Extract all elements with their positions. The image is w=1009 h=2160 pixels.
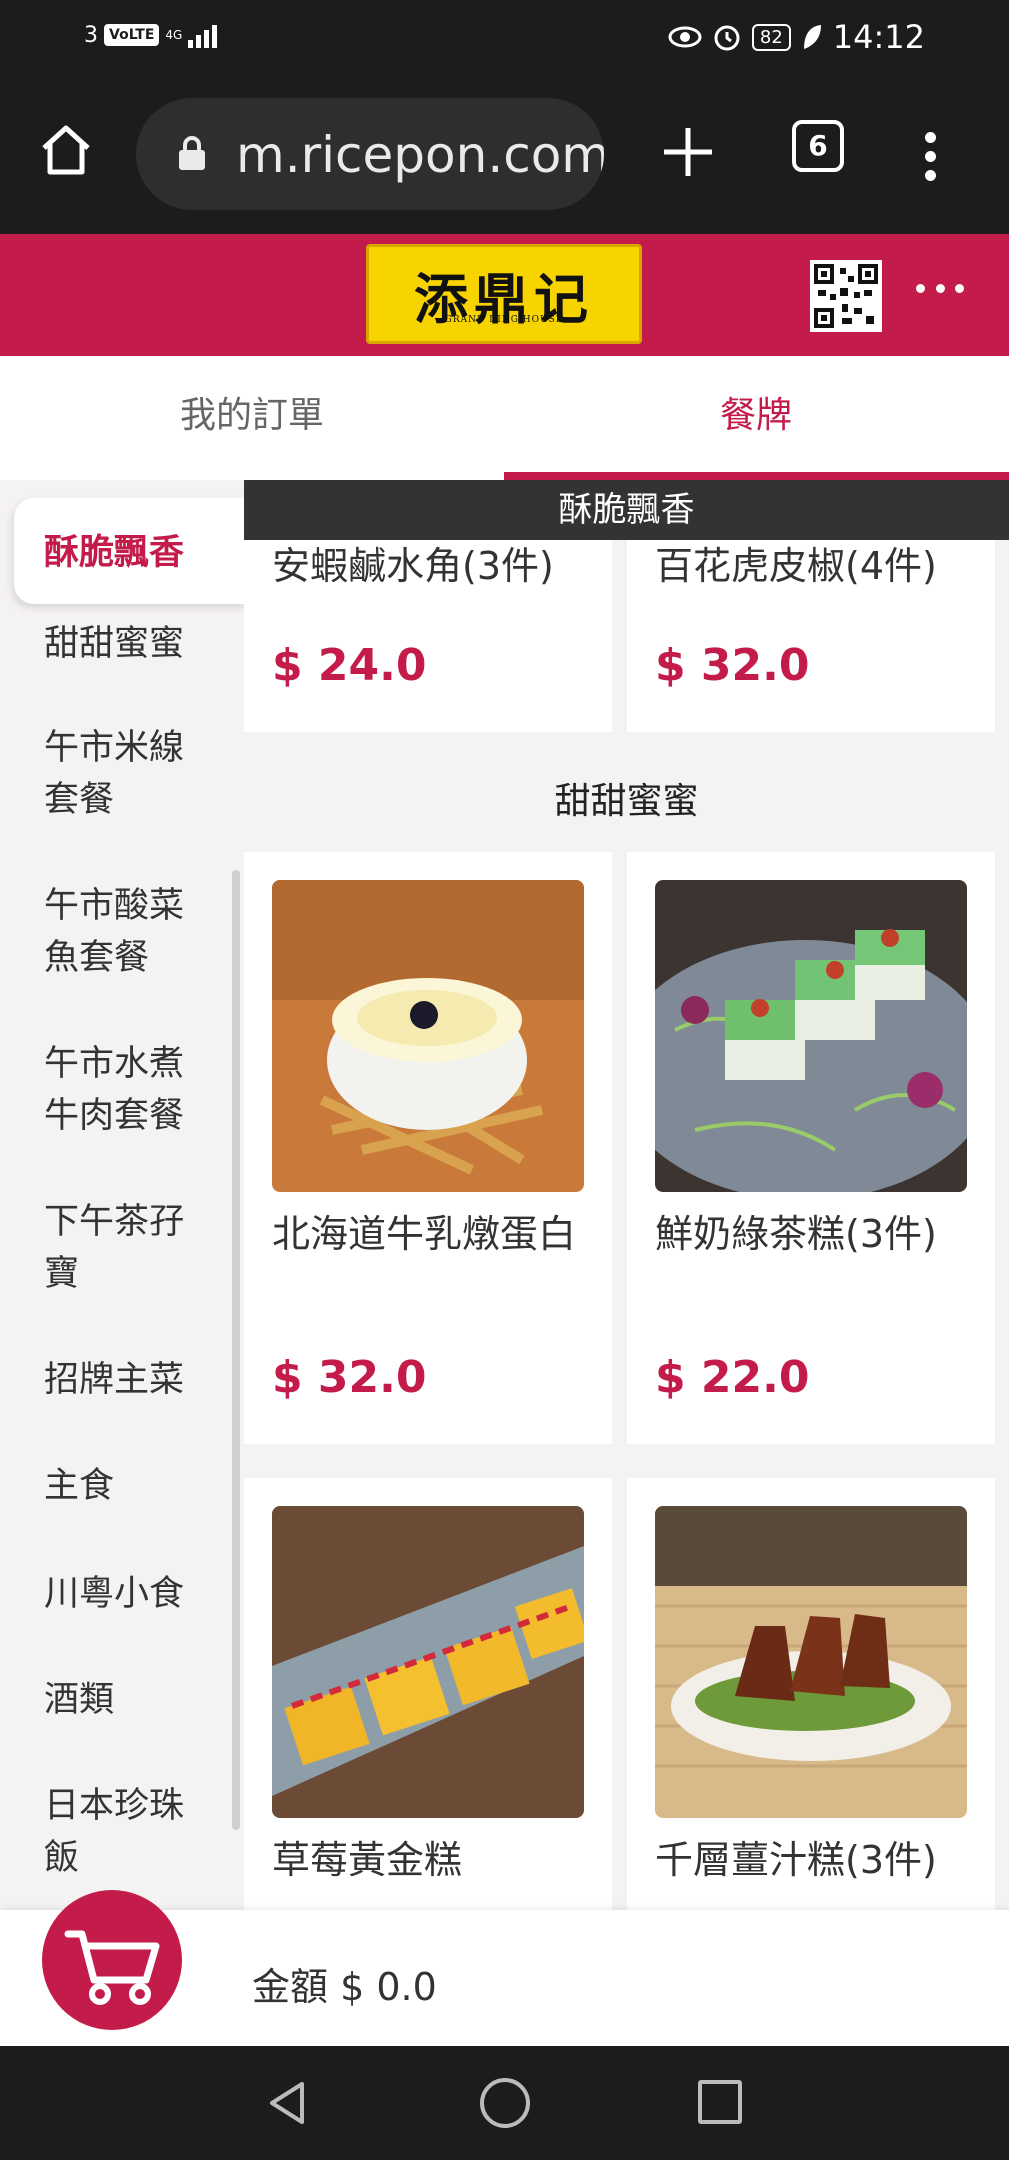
- sidebar-item[interactable]: 甜甜蜜蜜: [44, 618, 214, 670]
- item-name: 百花虎皮椒(4件): [655, 544, 937, 588]
- item-name: 安蝦鹹水角(3件): [272, 544, 554, 588]
- menu-item-card[interactable]: 千層薑汁糕(3件): [627, 1478, 995, 1910]
- cart-bar: 金額 $ 0.0: [0, 1890, 1009, 2046]
- tab-my-orders[interactable]: 我的訂單: [0, 356, 504, 480]
- address-bar[interactable]: m.ricepon.com/: [136, 98, 604, 210]
- leaf-icon: [803, 25, 821, 49]
- network-type: 4G: [165, 28, 183, 42]
- sidebar-scrollbar[interactable]: [232, 870, 240, 1830]
- signal-bars-icon: [188, 22, 218, 48]
- item-image: [655, 1506, 967, 1818]
- browser-toolbar: m.ricepon.com/ 6: [0, 80, 1009, 234]
- menu-item-card[interactable]: 百花虎皮椒(4件) $ 32.0: [627, 540, 995, 732]
- sim-slot: 3: [84, 22, 98, 48]
- sidebar-item[interactable]: 川粵小食: [44, 1568, 214, 1620]
- header-more-icon[interactable]: [916, 284, 964, 296]
- item-name: 鮮奶綠茶糕(3件): [655, 1212, 937, 1256]
- item-price: $ 22.0: [655, 1352, 810, 1403]
- cart-total: 金額 $ 0.0: [252, 1965, 437, 2009]
- menu-content: 安蝦鹹水角(3件) $ 24.0 百花虎皮椒(4件) $ 32.0 甜甜蜜蜜 北…: [244, 480, 1009, 1910]
- sidebar-item[interactable]: 午市米線套餐: [44, 722, 214, 826]
- back-icon[interactable]: [262, 2078, 312, 2128]
- sidebar-item[interactable]: 日本珍珠飯: [44, 1780, 214, 1884]
- sidebar-item[interactable]: 酒類: [44, 1674, 214, 1726]
- status-right: 82 14:12: [668, 18, 925, 56]
- order-tabs: 我的訂單 餐牌: [0, 356, 1009, 480]
- home-nav-icon[interactable]: [480, 2078, 530, 2128]
- cart-button[interactable]: [42, 1890, 182, 2030]
- new-tab-icon[interactable]: [660, 124, 716, 180]
- item-image: [272, 880, 584, 1192]
- tab-switcher-button[interactable]: 6: [792, 120, 844, 172]
- url-text: m.ricepon.com/: [236, 126, 604, 184]
- eye-icon: [668, 26, 702, 48]
- section-title: 甜甜蜜蜜: [554, 781, 699, 822]
- item-name: 草莓黃金糕: [272, 1838, 463, 1882]
- battery-indicator: 82: [751, 23, 791, 51]
- sidebar-item-active[interactable]: 酥脆飄香: [14, 498, 244, 604]
- browser-menu-icon[interactable]: [918, 132, 942, 182]
- item-price: $ 24.0: [272, 640, 427, 691]
- restaurant-logo: 添鼎记 GRAND DING HOUSE: [366, 244, 642, 344]
- item-name: 北海道牛乳燉蛋白: [272, 1212, 577, 1256]
- sidebar-item[interactable]: 午市水煮牛肉套餐: [44, 1038, 214, 1142]
- alarm-icon: [714, 25, 740, 51]
- recents-icon[interactable]: [698, 2080, 742, 2124]
- sidebar-item[interactable]: 主食: [44, 1460, 214, 1512]
- home-icon[interactable]: [36, 120, 96, 180]
- sidebar-item[interactable]: 午市酸菜魚套餐: [44, 880, 214, 984]
- menu-item-card[interactable]: 北海道牛乳燉蛋白 $ 32.0: [244, 852, 612, 1444]
- app-header: 添鼎记 GRAND DING HOUSE: [0, 234, 1009, 356]
- shopping-cart-icon: [64, 1930, 160, 2005]
- menu-item-card[interactable]: 草莓黃金糕: [244, 1478, 612, 1910]
- logo-english: GRAND DING HOUSE: [444, 315, 564, 325]
- menu-item-card[interactable]: 安蝦鹹水角(3件) $ 24.0: [244, 540, 612, 732]
- lock-icon: [179, 136, 205, 170]
- menu-item-card[interactable]: 鮮奶綠茶糕(3件) $ 22.0: [627, 852, 995, 1444]
- signal-indicators: 3 VoLTE 4G: [84, 22, 218, 48]
- item-price: $ 32.0: [655, 640, 810, 691]
- volte-badge: VoLTE: [104, 24, 160, 46]
- category-sidebar: 酥脆飄香 甜甜蜜蜜 午市米線套餐 午市酸菜魚套餐 午市水煮牛肉套餐 下午茶孖寶 …: [0, 480, 244, 1910]
- item-image: [655, 880, 967, 1192]
- qr-code-icon[interactable]: [810, 260, 882, 332]
- clock: 14:12: [832, 18, 925, 56]
- status-bar: 3 VoLTE 4G 82 14:12: [0, 0, 1009, 80]
- sidebar-item[interactable]: 下午茶孖寶: [44, 1196, 214, 1300]
- sidebar-item[interactable]: 招牌主菜: [44, 1354, 214, 1406]
- item-price: $ 32.0: [272, 1352, 427, 1403]
- sidebar-item-label: 酥脆飄香: [44, 533, 185, 573]
- system-nav-bar: [0, 2046, 1009, 2160]
- item-image: [272, 1506, 584, 1818]
- tab-menu[interactable]: 餐牌: [504, 356, 1008, 480]
- sticky-category-header: 酥脆飄香: [244, 480, 1009, 540]
- active-tab-indicator: [504, 472, 1009, 480]
- item-name: 千層薑汁糕(3件): [655, 1838, 937, 1882]
